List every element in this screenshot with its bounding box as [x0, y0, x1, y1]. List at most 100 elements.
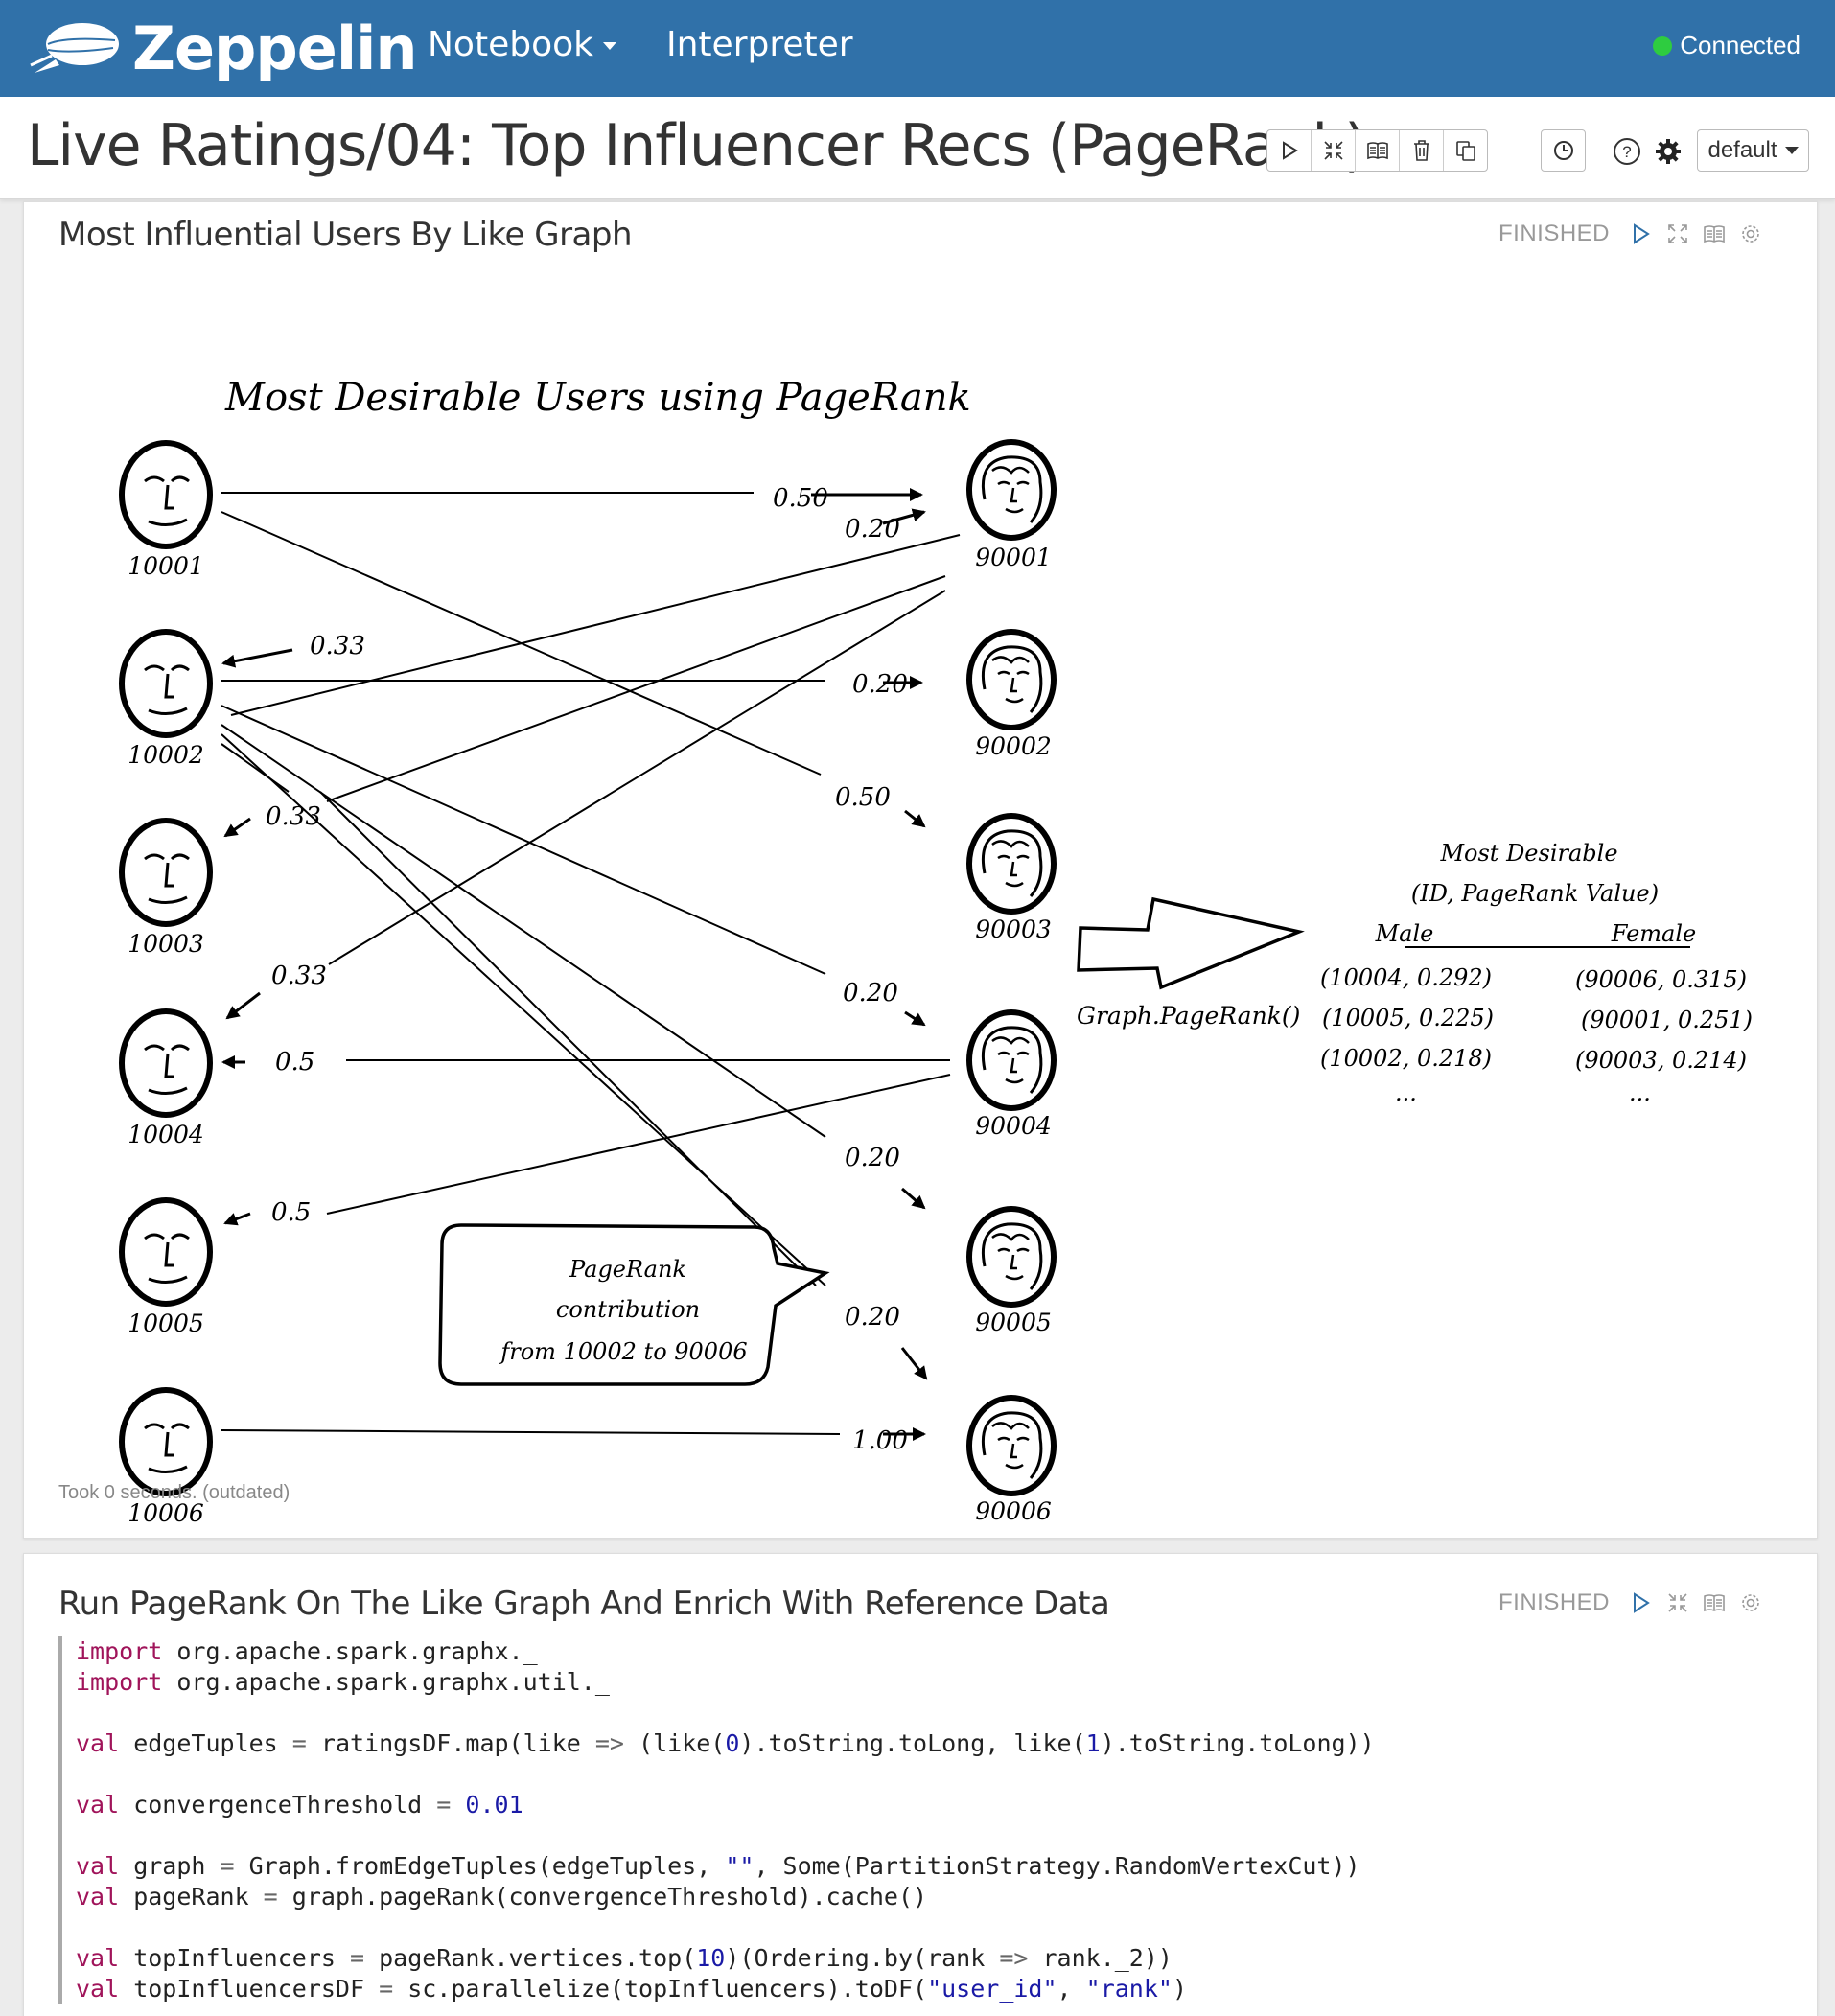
code-token: val — [76, 1852, 120, 1880]
play-icon — [1634, 1592, 1650, 1613]
code-line: val graph = Graph.fromEdgeTuples(edgeTup… — [76, 1851, 1782, 1882]
nav-notebook-menu[interactable]: Notebook — [428, 25, 616, 64]
edge-label: 0.20 — [845, 515, 900, 544]
code-token: 0.01 — [465, 1791, 523, 1819]
book-icon — [1704, 225, 1725, 243]
connected-dot-icon — [1653, 35, 1673, 56]
brand-home-link[interactable]: Zeppelin — [27, 12, 417, 83]
results-subtitle: (ID, PageRank Value) — [1411, 880, 1659, 907]
results-female-row: (90003, 0.214) — [1575, 1047, 1747, 1074]
settings-button[interactable] — [1652, 135, 1684, 168]
code-token: graph — [119, 1852, 221, 1880]
play-icon — [1282, 141, 1298, 160]
paragraph-status: FINISHED — [1498, 220, 1610, 246]
user-id-label: 90004 — [975, 1112, 1052, 1140]
clock-icon — [1553, 141, 1573, 160]
code-token: = — [349, 1944, 365, 1972]
code-token: , — [1057, 1975, 1086, 2003]
user-id-label: 10005 — [128, 1309, 204, 1337]
code-token: val — [76, 1975, 120, 2003]
user-id-label: 10003 — [128, 930, 204, 958]
code-token: org.apache.spark.graphx.util._ — [162, 1668, 610, 1696]
edge-label: 0.20 — [852, 670, 908, 699]
brand-name: Zeppelin — [132, 12, 417, 83]
user-id-label: 90005 — [975, 1309, 1052, 1336]
edge-label: 0.5 — [275, 1048, 314, 1077]
code-line: val pageRank = graph.pageRank(convergenc… — [76, 1882, 1782, 1912]
clone-notebook-button[interactable] — [1444, 130, 1487, 171]
code-line: val convergenceThreshold = 0.01 — [76, 1790, 1782, 1820]
code-token: = — [436, 1791, 452, 1819]
paragraph-title[interactable]: Most Influential Users By Like Graph — [58, 216, 633, 254]
male-face-icon — [122, 632, 210, 735]
code-token: ).toString.toLong)) — [1100, 1729, 1375, 1757]
toggle-output-button[interactable] — [1696, 1588, 1732, 1617]
copy-icon — [1455, 141, 1475, 161]
code-token: graph.pageRank(convergenceThreshold).cac… — [277, 1883, 928, 1911]
male-face-icon — [122, 1011, 210, 1115]
male-face-icon — [122, 1200, 210, 1304]
code-line: val edgeTuples = ratingsDF.map(like => (… — [76, 1728, 1782, 1759]
code-token: = — [379, 1975, 394, 2003]
svg-text:?: ? — [1622, 143, 1631, 161]
code-line: import org.apache.spark.graphx.util._ — [76, 1667, 1782, 1698]
results-female-row: (90006, 0.315) — [1575, 966, 1747, 993]
code-token: (like( — [623, 1729, 726, 1757]
notebook-title[interactable]: Live Ratings/04: Top Influencer Recs (Pa… — [27, 112, 1367, 179]
user-id-label: 90001 — [975, 544, 1052, 571]
execution-time: Took 0 seconds. (outdated) — [58, 1482, 290, 1503]
paragraph-settings-button[interactable] — [1732, 1588, 1769, 1617]
code-token: edgeTuples — [119, 1729, 292, 1757]
paragraph-title[interactable]: Run PageRank On The Like Graph And Enric… — [58, 1585, 1110, 1623]
code-token: => — [999, 1944, 1029, 1972]
paragraph-settings-button[interactable] — [1732, 220, 1769, 248]
help-button[interactable]: ? — [1611, 135, 1643, 168]
interpreter-binding-dropdown[interactable]: default — [1697, 129, 1809, 172]
results-block: Most Desirable (ID, PageRank Value) Male… — [1320, 840, 1753, 1106]
clear-output-button[interactable] — [1400, 130, 1444, 171]
paragraph-run-pagerank: Run PageRank On The Like Graph And Enric… — [23, 1553, 1818, 2016]
gear-icon — [1742, 225, 1759, 243]
book-icon — [1704, 1594, 1725, 1612]
results-male-row: (10002, 0.218) — [1320, 1045, 1492, 1072]
paragraph-controls: FINISHED — [1498, 1588, 1769, 1617]
code-token: val — [76, 1944, 120, 1972]
pagerank-arrow — [1077, 896, 1305, 990]
code-token: pageRank — [119, 1883, 264, 1911]
results-female-header: Female — [1611, 920, 1697, 947]
results-male-row: (10005, 0.225) — [1322, 1005, 1494, 1031]
user-id-label: 10004 — [128, 1121, 204, 1148]
scheduler-button[interactable] — [1542, 130, 1585, 171]
toggle-output-button[interactable] — [1356, 130, 1400, 171]
chevron-down-icon — [1784, 147, 1799, 154]
nav-interpreter-link[interactable]: Interpreter — [666, 25, 853, 64]
diagram-heading: Most Desirable Users using PageRank — [224, 376, 971, 420]
hide-editor-button[interactable] — [1660, 1588, 1696, 1617]
scheduler-toolbar — [1541, 129, 1586, 172]
code-token: val — [76, 1883, 120, 1911]
notebook-header: Live Ratings/04: Top Influencer Recs (Pa… — [0, 97, 1835, 199]
show-editor-button[interactable] — [1660, 220, 1696, 248]
nav-notebook-label: Notebook — [428, 25, 593, 64]
paragraph-controls: FINISHED — [1498, 220, 1769, 248]
run-all-button[interactable] — [1267, 130, 1312, 171]
toggle-code-button[interactable] — [1312, 130, 1356, 171]
results-male-row: ... — [1395, 1079, 1417, 1106]
edge-label: 0.20 — [845, 1303, 900, 1332]
code-token: "user_id" — [927, 1975, 1057, 2003]
code-token: val — [76, 1729, 120, 1757]
edge-label: 0.5 — [271, 1198, 311, 1227]
toggle-output-button[interactable] — [1696, 220, 1732, 248]
edge-label: 0.33 — [266, 802, 321, 831]
run-paragraph-button[interactable] — [1623, 220, 1660, 248]
trash-icon — [1413, 140, 1429, 161]
code-line: import org.apache.spark.graphx._ — [76, 1636, 1782, 1667]
edge-label: 0.33 — [310, 632, 365, 660]
code-editor[interactable]: import org.apache.spark.graphx._ import … — [58, 1636, 1782, 2004]
code-token: "" — [725, 1852, 755, 1880]
connection-status-label: Connected — [1680, 31, 1800, 59]
run-paragraph-button[interactable] — [1623, 1588, 1660, 1617]
